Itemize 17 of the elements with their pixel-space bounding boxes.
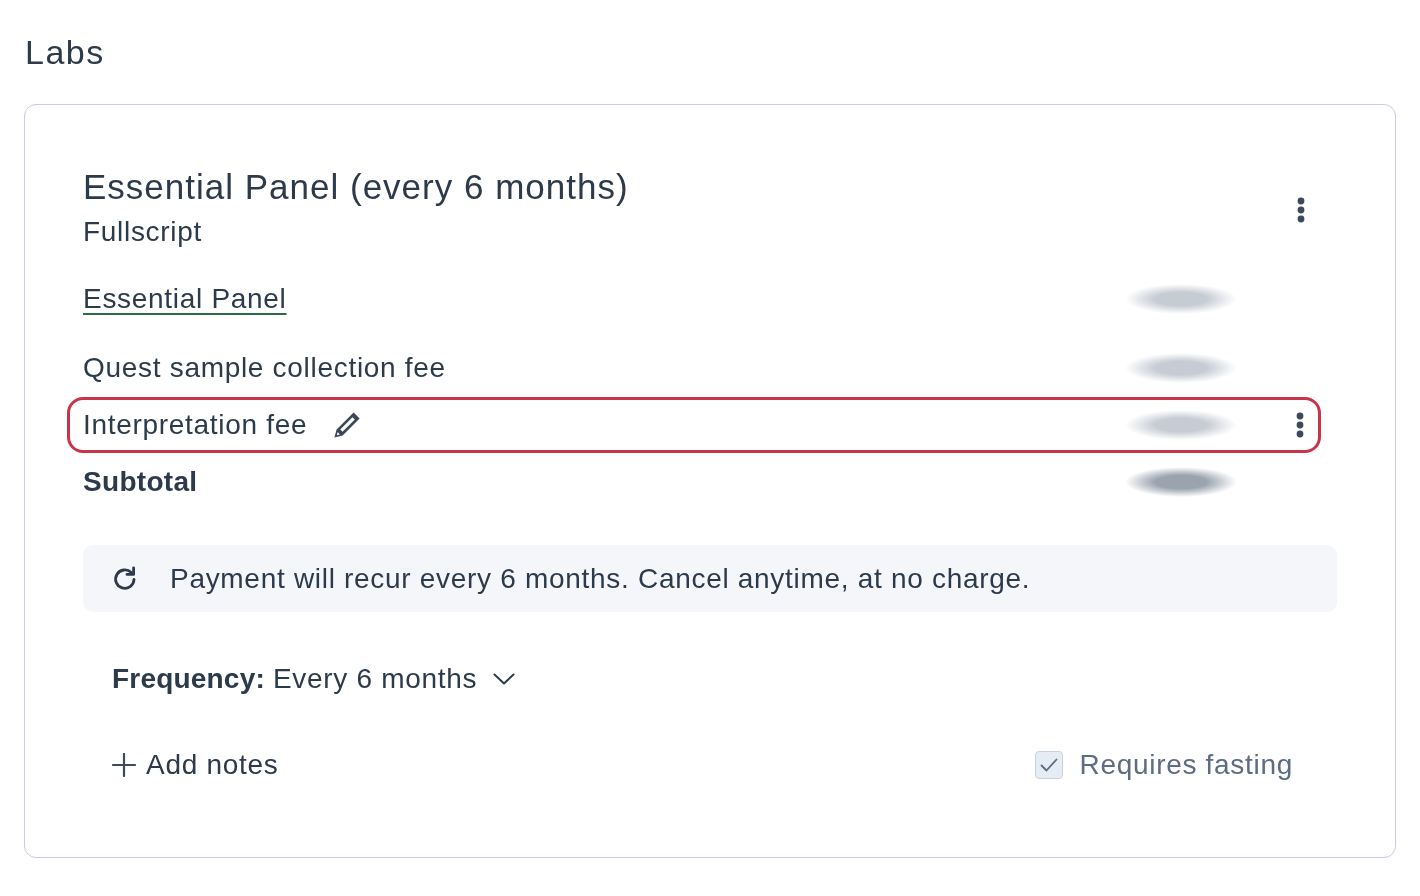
subtotal-label: Subtotal (83, 465, 198, 499)
kebab-icon[interactable] (1297, 197, 1305, 223)
checkmark-icon (1040, 758, 1059, 772)
notice-text: Payment will recur every 6 months. Cancel anytime, at no charge. (170, 561, 1031, 596)
fasting-label: Requires fasting (1079, 748, 1293, 782)
add-notes-button[interactable]: Add notes (112, 747, 279, 783)
fee-label: Interpretation fee (83, 408, 308, 442)
product-link[interactable]: Essential Panel (83, 281, 287, 317)
vendor-name: Fullscript (83, 215, 202, 249)
frequency-dropdown[interactable]: Frequency: Every 6 months (112, 661, 516, 697)
section-title: Labs (25, 32, 105, 73)
kebab-icon[interactable] (1296, 412, 1304, 438)
plus-icon[interactable] (112, 753, 136, 777)
caret-icon[interactable] (493, 673, 516, 685)
card-title: Essential Panel (every 6 months) (83, 166, 629, 208)
pencil-icon[interactable] (333, 411, 362, 439)
fee-label: Quest sample collection fee (83, 351, 446, 385)
